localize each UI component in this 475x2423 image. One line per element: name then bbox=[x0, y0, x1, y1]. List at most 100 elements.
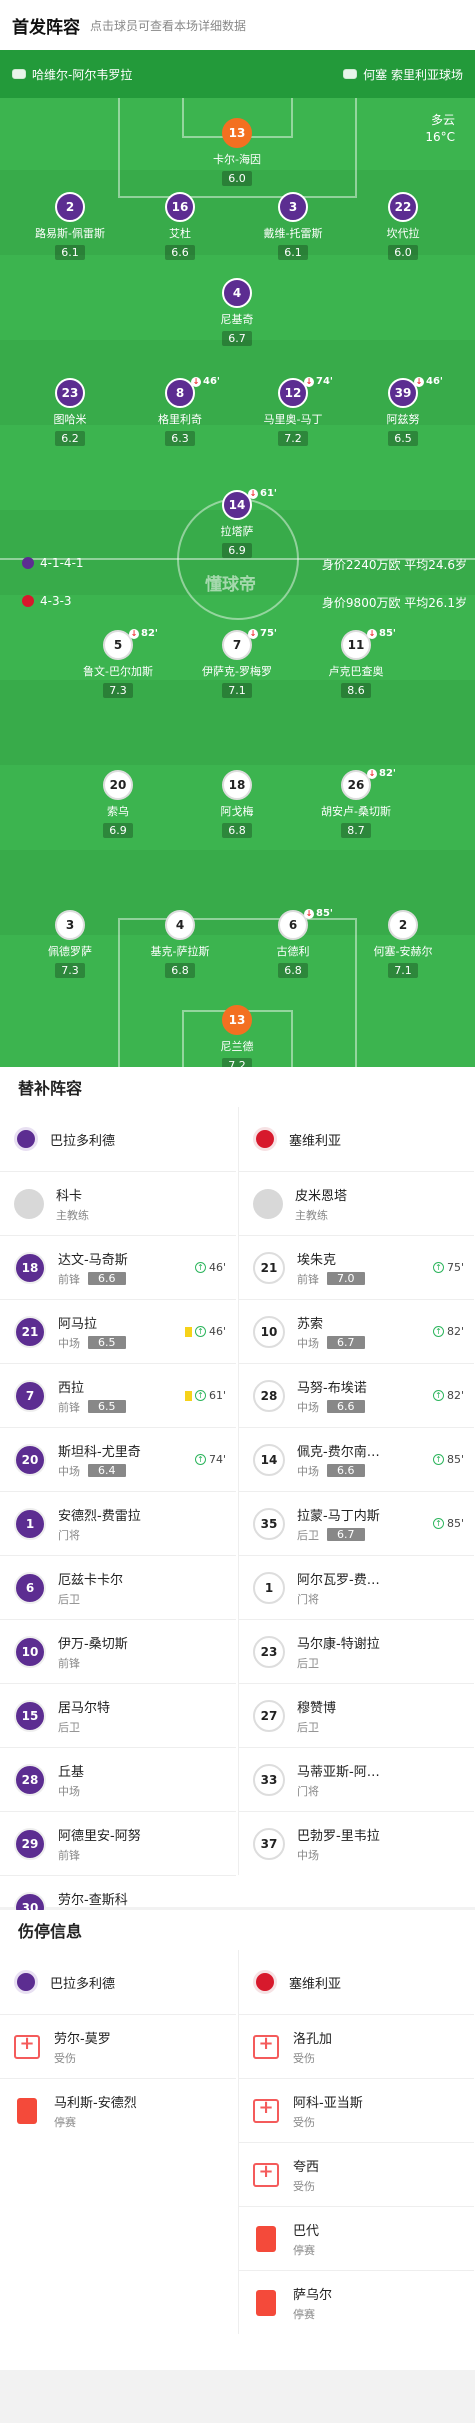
away-player-9[interactable]: 6 ↓ 85' 古德利 6.8 bbox=[255, 908, 333, 978]
player-rating: 6.5 bbox=[388, 431, 418, 446]
home-sub-row[interactable]: 1 安德烈-费雷拉 门将 bbox=[0, 1491, 236, 1555]
away-player-3[interactable]: 11 ↓ 85' 卢克巴查奥 8.6 bbox=[318, 628, 396, 698]
away-sub-row[interactable]: 21 埃朱克 前锋 7.0 ↑ 75' bbox=[239, 1235, 474, 1299]
home-player-7[interactable]: 23 图哈米 6.2 bbox=[32, 378, 108, 446]
player-rating: 7.3 bbox=[103, 683, 133, 698]
home-player-1[interactable]: 13 卡尔-海因 6.0 bbox=[199, 118, 275, 186]
away-player-11[interactable]: 13 尼兰德 7.2 bbox=[199, 1005, 275, 1067]
home-sub-row[interactable]: 28 丘基 中场 bbox=[0, 1747, 236, 1811]
sub-name: 劳尔-查斯科 bbox=[58, 1892, 128, 1908]
home-player-3[interactable]: 16 艾杜 6.6 bbox=[142, 192, 218, 260]
sub-event: ↓ 85' bbox=[304, 908, 333, 919]
home-sub-row[interactable]: 18 达文-马奇斯 前锋 6.6 ↑ 46' bbox=[0, 1235, 236, 1299]
away-sub-row[interactable]: 35 拉蒙-马丁内斯 后卫 6.7 ↑ 85' bbox=[239, 1491, 474, 1555]
away-player-7[interactable]: 3 佩德罗萨 7.3 bbox=[32, 910, 108, 978]
home-injury-row[interactable]: 马利斯-安德烈 停赛 bbox=[0, 2078, 236, 2142]
away-sub-row[interactable]: 23 马尔康-特谢拉 后卫 bbox=[239, 1619, 474, 1683]
away-injury-row[interactable]: 洛孔加受伤 bbox=[239, 2014, 474, 2078]
sub-event: ↓ 75' bbox=[248, 628, 277, 639]
sub-position: 中场 bbox=[297, 1848, 319, 1862]
away-player-6[interactable]: 26 ↓ 82' 胡安卢-桑切斯 8.7 bbox=[318, 768, 396, 838]
away-team-value: 身价9800万欧 平均26.1岁 bbox=[321, 596, 467, 610]
sub-info: 穆赞博 后卫 bbox=[297, 1697, 336, 1735]
player-name: 何塞-安赫尔 bbox=[373, 945, 433, 958]
sub-name: 拉蒙-马丁内斯 bbox=[297, 1508, 380, 1524]
away-sub-row[interactable]: 1 阿尔瓦罗-费… 门将 bbox=[239, 1555, 474, 1619]
away-injury-row[interactable]: 阿科-亚当斯受伤 bbox=[239, 2078, 474, 2142]
home-sub-row[interactable]: 21 阿马拉 中场 6.5 ↑ 46' bbox=[0, 1299, 236, 1363]
sub-number: 21 bbox=[253, 1251, 285, 1284]
away-player-4[interactable]: 20 索乌 6.9 bbox=[80, 770, 156, 838]
sub-info: 居马尔特 后卫 bbox=[58, 1697, 110, 1735]
home-player-10[interactable]: 39 ↓ 46' 阿兹努 6.5 bbox=[365, 376, 443, 446]
player-name: 尼基奇 bbox=[220, 313, 254, 326]
weather: 多云 16°C bbox=[425, 112, 455, 146]
sub-event: ↓ 82' bbox=[367, 768, 396, 779]
sub-in-minute: 46' bbox=[208, 1325, 226, 1338]
sub-position: 后卫 bbox=[58, 1720, 80, 1734]
home-coach-row[interactable]: 科卡 主教练 bbox=[0, 1171, 236, 1235]
away-player-8[interactable]: 4 基克-萨拉斯 6.8 bbox=[142, 910, 218, 978]
player-name: 基克-萨拉斯 bbox=[150, 945, 210, 958]
away-injury-row[interactable]: 巴代 停赛 bbox=[239, 2206, 474, 2270]
sub-position: 中场 bbox=[297, 1400, 319, 1414]
player-rating: 6.8 bbox=[222, 823, 252, 838]
sub-number: 20 bbox=[14, 1443, 46, 1476]
player-name: 阿兹努 bbox=[386, 413, 420, 426]
away-sub-row[interactable]: 14 佩克-费尔南… 中场 6.6 ↑ 85' bbox=[239, 1427, 474, 1491]
player-number-text: 26 bbox=[347, 778, 365, 792]
injury-icon bbox=[253, 2097, 279, 2123]
away-injury-row[interactable]: 夸西受伤 bbox=[239, 2142, 474, 2206]
away-sub-row[interactable]: 27 穆赞博 后卫 bbox=[239, 1683, 474, 1747]
sub-meta: 门将 bbox=[297, 1783, 380, 1799]
home-player-9[interactable]: 12 ↓ 74' 马里奥-马丁 7.2 bbox=[255, 376, 333, 446]
player-number-text: 11 bbox=[347, 638, 365, 652]
yellow-card-icon bbox=[184, 1390, 192, 1401]
home-sub-row[interactable]: 15 居马尔特 后卫 bbox=[0, 1683, 236, 1747]
injury-info: 萨乌尔 停赛 bbox=[293, 2284, 332, 2322]
sub-name: 斯坦科-尤里奇 bbox=[58, 1444, 141, 1460]
player-number-text: 16 bbox=[171, 200, 189, 214]
sub-rating: 6.5 bbox=[88, 1336, 126, 1349]
home-sub-row[interactable]: 7 西拉 前锋 6.5 ↑ 61' bbox=[0, 1363, 236, 1427]
away-player-5[interactable]: 18 阿戈梅 6.8 bbox=[199, 770, 275, 838]
away-player-1[interactable]: 5 ↓ 82' 鲁文-巴尔加斯 7.3 bbox=[80, 628, 158, 698]
sub-in-minute: 85' bbox=[446, 1453, 464, 1466]
home-sub-row[interactable]: 6 厄兹卡卡尔 后卫 bbox=[0, 1555, 236, 1619]
home-player-8[interactable]: 8 ↓ 46' 格里利奇 6.3 bbox=[142, 376, 220, 446]
injury-status: 受伤 bbox=[293, 2179, 315, 2193]
sub-position: 中场 bbox=[58, 1784, 80, 1798]
away-sub-row[interactable]: 33 马蒂亚斯-阿… 门将 bbox=[239, 1747, 474, 1811]
away-sub-row[interactable]: 10 苏索 中场 6.7 ↑ 82' bbox=[239, 1299, 474, 1363]
away-sub-row[interactable]: 37 巴勃罗-里韦拉 中场 bbox=[239, 1811, 474, 1875]
sub-in-icon: ↑ bbox=[432, 1262, 444, 1273]
home-player-6[interactable]: 4 尼基奇 6.7 bbox=[199, 278, 275, 346]
away-injury-row[interactable]: 萨乌尔 停赛 bbox=[239, 2270, 474, 2334]
player-number: 3 bbox=[55, 910, 85, 940]
away-coach-row[interactable]: 皮米恩塔 主教练 bbox=[239, 1171, 474, 1235]
player-number-text: 18 bbox=[228, 778, 246, 792]
home-player-2[interactable]: 2 路易斯-佩雷斯 6.1 bbox=[32, 192, 108, 260]
home-sub-row[interactable]: 20 斯坦科-尤里奇 中场 6.4 ↑ 74' bbox=[0, 1427, 236, 1491]
home-player-4[interactable]: 3 戴维-托雷斯 6.1 bbox=[255, 192, 331, 260]
sub-meta: 前锋 6.6 bbox=[58, 1271, 128, 1287]
sub-meta: 后卫 bbox=[58, 1719, 110, 1735]
home-sub-row[interactable]: 10 伊万-桑切斯 前锋 bbox=[0, 1619, 236, 1683]
sub-name: 埃朱克 bbox=[297, 1252, 337, 1268]
home-player-5[interactable]: 22 坎代拉 6.0 bbox=[365, 192, 441, 260]
injury-section: 伤停信息 巴拉多利德劳尔-莫罗受伤马利斯-安德烈停赛 塞维利亚洛孔加受伤阿科-亚… bbox=[0, 1910, 475, 2370]
player-number-text: 4 bbox=[175, 918, 185, 932]
sub-in-minute: 82' bbox=[446, 1325, 464, 1338]
home-injury-row[interactable]: 劳尔-莫罗受伤 bbox=[0, 2014, 236, 2078]
sub-name: 丘基 bbox=[58, 1764, 85, 1780]
sub-meta: 前锋 7.0 bbox=[297, 1271, 365, 1287]
sub-time: 46' bbox=[203, 376, 220, 387]
injury-player-name: 洛孔加 bbox=[293, 2031, 333, 2047]
away-player-2[interactable]: 7 ↓ 75' 伊萨克-罗梅罗 7.1 bbox=[199, 628, 277, 698]
home-player-11[interactable]: 14 ↓ 61' 拉塔萨 6.9 bbox=[199, 488, 277, 558]
away-player-10[interactable]: 2 何塞-安赫尔 7.1 bbox=[365, 910, 441, 978]
player-number-text: 2 bbox=[65, 200, 75, 214]
sub-in-minute: 82' bbox=[446, 1389, 464, 1402]
home-sub-row[interactable]: 29 阿德里安-阿努 前锋 bbox=[0, 1811, 236, 1875]
away-sub-row[interactable]: 28 马努-布埃诺 中场 6.6 ↑ 82' bbox=[239, 1363, 474, 1427]
